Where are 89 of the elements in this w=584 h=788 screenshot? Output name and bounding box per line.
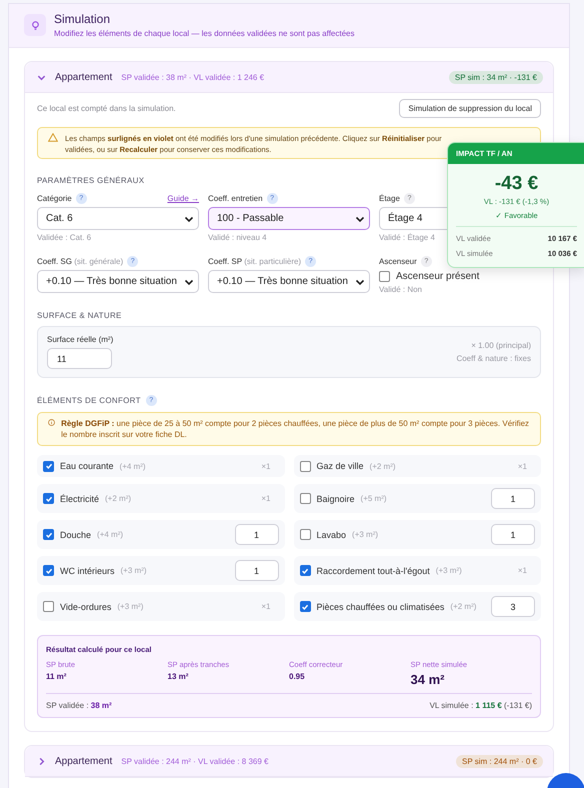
checkbox[interactable]	[379, 271, 390, 282]
multiplier-label: ×1	[518, 566, 527, 575]
stat-value: 13 m²	[168, 672, 190, 681]
checkbox[interactable]	[300, 601, 310, 612]
checkbox-label: Ascenseur présent	[396, 271, 480, 282]
field-label: Coeff. entretien	[208, 194, 263, 202]
field-label: Étage	[379, 194, 400, 202]
chevron-down-icon	[37, 756, 46, 766]
local-header[interactable]: Appartement SP validée : 244 m² · VL validée : 8 369 € SP sim : 244 m² · 0 €	[25, 746, 553, 777]
info-icon	[48, 418, 56, 427]
field-label: Surface réelle (m²)	[47, 335, 114, 344]
checkbox[interactable]	[43, 460, 54, 472]
validated-hint: Validé : Étage 4	[379, 233, 435, 242]
comfort-label: Raccordement tout-à-l'égout	[316, 566, 430, 576]
select-field[interactable]: +0.10 — Très bonne situation	[37, 270, 199, 293]
local-name: Appartement	[55, 72, 112, 82]
stat-value: 11 m²	[46, 672, 68, 681]
lightbulb-icon	[24, 14, 46, 36]
area-label: (+2 m²)	[370, 462, 396, 470]
count-field[interactable]: 1	[491, 488, 535, 509]
area-label: (+2 m²)	[105, 494, 132, 503]
count-field[interactable]: 3	[491, 596, 535, 617]
field-label: Coeff. SP (sit. particulière)	[208, 256, 302, 266]
area-label: (+2 m²)	[450, 602, 476, 611]
select-field[interactable]: +0.10 — Très bonne situation	[208, 270, 370, 293]
comfort-label: Eau courante	[60, 461, 114, 471]
checkbox[interactable]	[43, 529, 54, 540]
comfort-label: Gaz de ville	[316, 461, 364, 471]
validated-surface: SP validée : 38 m²	[46, 701, 112, 710]
validated-hint: Validé : niveau 4	[208, 233, 267, 242]
local-name: Appartement	[55, 756, 112, 766]
checkbox[interactable]	[43, 601, 54, 612]
validated-hint: Validée : Cat. 6	[37, 233, 92, 242]
local-meta: SP validée : 244 m² · VL validée : 8 369 €	[121, 756, 268, 766]
field-label: Catégorie	[37, 194, 72, 202]
status-note: Ce local est compté dans la simulation.	[37, 104, 176, 113]
area-label: (+3 m²)	[117, 602, 144, 611]
multiplier-label: ×1	[261, 602, 270, 611]
stat-value: 0.95	[289, 672, 306, 681]
local-meta: SP validée : 38 m² · VL validée : 1 246 €	[121, 72, 264, 82]
field-label: Ascenseur	[379, 256, 417, 266]
panel-subtitle: Modifiez les éléments de chaque local — les données validées ne sont pas affectées	[54, 29, 354, 38]
validated-hint: Validé : Non	[379, 285, 422, 294]
panel-title: Simulation	[54, 12, 112, 26]
warning-icon	[48, 133, 58, 142]
checkbox[interactable]	[300, 493, 310, 504]
multiplier-label: ×1	[518, 462, 527, 470]
checkbox[interactable]	[300, 565, 310, 576]
section-title: ÉLÉMENTS DE CONFORT	[37, 396, 141, 405]
comfort-label: Douche	[60, 530, 92, 540]
stat-value: 34 m²	[410, 672, 446, 687]
field-label: Coeff. SG (sit. générale)	[37, 256, 124, 266]
area-label: (+3 m²)	[436, 566, 462, 575]
simulated-value: VL simulée : 1 115 € (-131 €)	[430, 701, 532, 710]
guide-link[interactable]: Guide →	[167, 194, 199, 202]
area-label: (+4 m²)	[97, 530, 124, 539]
comfort-label: Électricité	[60, 494, 100, 504]
delete-simulation-button[interactable]: Simulation de suppression du local	[399, 99, 541, 118]
coefficient-label: × 1.00 (principal)	[470, 340, 531, 352]
chevron-down-icon	[37, 72, 46, 82]
section-title: PARAMÈTRES GÉNÉRAUX	[37, 176, 144, 185]
select-field[interactable]: 100 - Passable	[208, 207, 370, 230]
rule-text: Règle DGFiP : une pièce de 25 à 50 m² compte pour 2 pièces chauffées, une pièce de plus de 50 m² compte pour 3 pièces. Vérifiez le nombre inscrit sur votre fiche DL.	[61, 418, 530, 440]
multiplier-label: ×1	[261, 494, 270, 503]
checkbox[interactable]	[300, 460, 310, 472]
comfort-label: Lavabo	[316, 530, 346, 540]
area-label: (+3 m²)	[120, 566, 147, 575]
multiplier-label: ×1	[261, 462, 270, 470]
area-label: (+3 m²)	[352, 530, 378, 539]
comfort-label: Pièces chauffées ou climatisées	[316, 602, 444, 612]
surface-input[interactable]: 11	[47, 348, 112, 369]
checkbox[interactable]	[43, 565, 54, 576]
simulation-badge: SP sim : 244 m² · 0 €	[456, 754, 543, 768]
impact-amount: -43 €	[494, 173, 540, 195]
count-field[interactable]: 1	[491, 524, 535, 545]
checkbox[interactable]	[300, 529, 310, 540]
simulation-badge: SP sim : 34 m² · -131 €	[448, 70, 543, 84]
count-field[interactable]: 1	[234, 560, 278, 581]
comfort-label: Vide-ordures	[60, 602, 112, 612]
area-label: (+4 m²)	[120, 462, 146, 470]
checkbox[interactable]	[43, 493, 54, 504]
select-field[interactable]: Cat. 6	[37, 207, 199, 230]
section-title: SURFACE & NATURE	[37, 311, 122, 320]
comfort-label: Baignoire	[316, 494, 355, 504]
comfort-label: WC intérieurs	[60, 566, 115, 576]
nature-label: Coeff & nature : fixes	[456, 353, 531, 365]
area-label: (+5 m²)	[360, 494, 387, 503]
local-header[interactable]: Appartement SP validée : 38 m² · VL validée : 1 246 € SP sim : 34 m² · -131 €	[25, 62, 553, 93]
count-field[interactable]: 1	[234, 524, 278, 545]
